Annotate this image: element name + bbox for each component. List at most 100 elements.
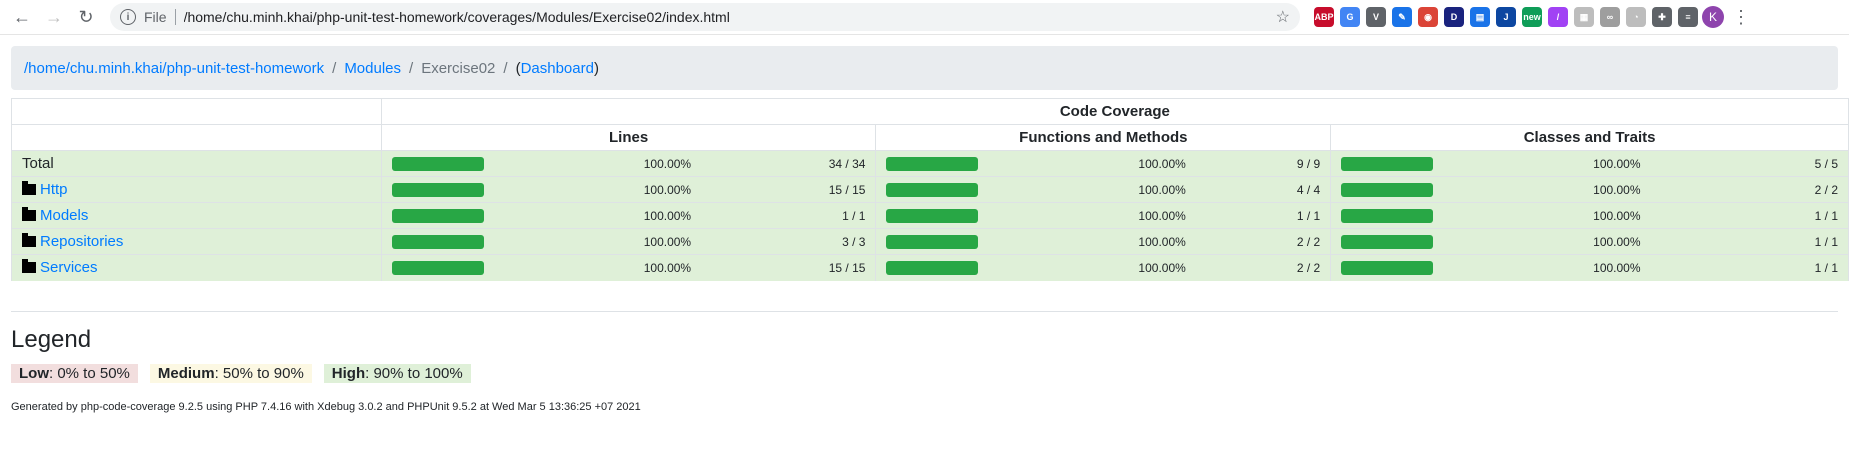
classes-progress-bar <box>1341 156 1434 171</box>
classes-percent: 100.00% <box>1445 202 1651 229</box>
page-content: /home/chu.minh.khai/php-unit-test-homewo… <box>0 35 1849 413</box>
extensions-bar: ABP G V ✎ ◉ D ▤ Jnew / ▦ ∞ ◔ ✚ ≡ <box>1314 7 1698 27</box>
classes-progress-bar <box>1341 182 1434 197</box>
eyedropper-icon[interactable]: ✎ <box>1392 7 1412 27</box>
translate-icon[interactable]: G <box>1340 7 1360 27</box>
functions-percent: 100.00% <box>990 254 1196 281</box>
classes-bar-cell <box>1330 176 1446 203</box>
lines-percent: 100.00% <box>496 228 702 255</box>
row-name-link[interactable]: Services <box>40 259 98 276</box>
folder-icon <box>22 181 36 195</box>
classes-count: 1 / 1 <box>1650 202 1849 229</box>
table-row: Repositories 100.00% 3 / 3 100.00% 2 / 2 100.… <box>11 228 1849 255</box>
functions-progress-bar <box>886 234 979 249</box>
coverage-table-body: Total 100.00% 34 / 34 100.00% 9 / 9 100.00% 5 … <box>11 150 1849 281</box>
bookmark-star-icon[interactable]: ☆ <box>1276 7 1290 27</box>
pen-icon[interactable]: / <box>1548 7 1568 27</box>
legend-low-range: : 0% to 50% <box>49 364 130 382</box>
forward-icon[interactable]: → <box>40 3 68 31</box>
lines-percent: 100.00% <box>496 254 702 281</box>
classes-percent: 100.00% <box>1445 254 1651 281</box>
browser-toolbar: ← → ↻ i File /home/chu.minh.khai/php-uni… <box>0 0 1849 35</box>
functions-bar-cell <box>875 176 991 203</box>
coverage-table: Code Coverage Lines Functions and Method… <box>11 98 1849 281</box>
classes-bar-cell <box>1330 150 1446 177</box>
classes-percent: 100.00% <box>1445 176 1651 203</box>
legend-medium-range: : 50% to 90% <box>214 364 304 382</box>
classes-progress-bar <box>1341 208 1434 223</box>
classes-header: Classes and Traits <box>1330 124 1849 151</box>
functions-percent: 100.00% <box>990 202 1196 229</box>
legend-medium-label: Medium <box>157 364 215 382</box>
new-extension-icon[interactable]: new <box>1522 7 1542 27</box>
lines-bar-cell <box>380 228 497 255</box>
breadcrumb: /home/chu.minh.khai/php-unit-test-homewo… <box>11 46 1838 90</box>
row-name-link[interactable]: Repositories <box>40 233 123 250</box>
playlist-icon[interactable]: ≡ <box>1678 7 1698 27</box>
row-name-cell: Services <box>11 254 382 281</box>
classes-count: 1 / 1 <box>1650 228 1849 255</box>
legend-medium: Medium: 50% to 90% <box>149 363 312 383</box>
glasses-icon[interactable]: ∞ <box>1600 7 1620 27</box>
legend-high-range: : 90% to 100% <box>365 364 463 382</box>
lines-progress-bar <box>391 208 484 223</box>
functions-bar-cell <box>875 150 991 177</box>
chrome-icon[interactable]: ◉ <box>1418 7 1438 27</box>
classes-count: 2 / 2 <box>1650 176 1849 203</box>
breadcrumb-root-link[interactable]: /home/chu.minh.khai/php-unit-test-homewo… <box>24 60 324 77</box>
abp-icon[interactable]: ABP <box>1314 7 1334 27</box>
lines-progress-bar <box>391 234 484 249</box>
legend: Low: 0% to 50% Medium: 50% to 90% High: … <box>11 363 1838 383</box>
header-empty-cell <box>11 98 382 125</box>
row-name-label: Total <box>22 155 54 172</box>
url-text[interactable]: /home/chu.minh.khai/php-unit-test-homewo… <box>184 9 1276 25</box>
info-icon[interactable]: i <box>120 9 136 25</box>
lines-count: 15 / 15 <box>701 176 876 203</box>
folder-icon <box>22 207 36 221</box>
functions-bar-cell <box>875 202 991 229</box>
functions-count: 9 / 9 <box>1195 150 1331 177</box>
functions-count: 4 / 4 <box>1195 176 1331 203</box>
section-divider <box>11 310 1838 312</box>
breadcrumb-divider: / <box>503 59 508 77</box>
functions-percent: 100.00% <box>990 228 1196 255</box>
classes-percent: 100.00% <box>1445 150 1651 177</box>
functions-bar-cell <box>875 254 991 281</box>
row-name-cell: Total <box>11 150 382 177</box>
j-extension-icon[interactable]: J <box>1496 7 1516 27</box>
classes-bar-cell <box>1330 202 1446 229</box>
extensions-puzzle-icon[interactable]: ✚ <box>1652 7 1672 27</box>
breadcrumb-divider: / <box>409 59 414 77</box>
profile-avatar[interactable]: K <box>1702 6 1724 28</box>
lines-bar-cell <box>380 150 497 177</box>
omnibox-divider <box>174 9 176 25</box>
functions-percent: 100.00% <box>990 176 1196 203</box>
address-bar[interactable]: i File /home/chu.minh.khai/php-unit-test… <box>110 3 1300 31</box>
lines-count: 34 / 34 <box>701 150 876 177</box>
vue-devtools-icon[interactable]: V <box>1366 7 1386 27</box>
dashboard-link[interactable]: Dashboard <box>521 60 594 77</box>
functions-bar-cell <box>875 228 991 255</box>
d-extension-icon[interactable]: D <box>1444 7 1464 27</box>
folder-icon <box>22 233 36 247</box>
legend-low-label: Low <box>19 364 49 382</box>
legend-high: High: 90% to 100% <box>323 363 471 383</box>
lines-bar-cell <box>380 176 497 203</box>
back-icon[interactable]: ← <box>8 3 36 31</box>
legend-high-label: High <box>331 364 366 382</box>
table-row: Http 100.00% 15 / 15 100.00% 4 / 4 100.00% 2 /… <box>11 176 1849 203</box>
lines-percent: 100.00% <box>496 150 702 177</box>
puzzle-grid-icon[interactable]: ▦ <box>1574 7 1594 27</box>
classes-progress-bar <box>1341 260 1434 275</box>
row-name-link[interactable]: Http <box>40 181 68 198</box>
reload-icon[interactable]: ↻ <box>72 3 100 31</box>
classes-count: 5 / 5 <box>1650 150 1849 177</box>
row-name-link[interactable]: Models <box>40 207 88 224</box>
functions-count: 1 / 1 <box>1195 202 1331 229</box>
breadcrumb-modules-link[interactable]: Modules <box>344 60 401 77</box>
clock-icon[interactable]: ◔ <box>1626 7 1646 27</box>
menu-kebab-icon[interactable]: ⋮ <box>1732 7 1750 28</box>
calendar-icon[interactable]: ▤ <box>1470 7 1490 27</box>
lines-count: 1 / 1 <box>701 202 876 229</box>
functions-progress-bar <box>886 182 979 197</box>
